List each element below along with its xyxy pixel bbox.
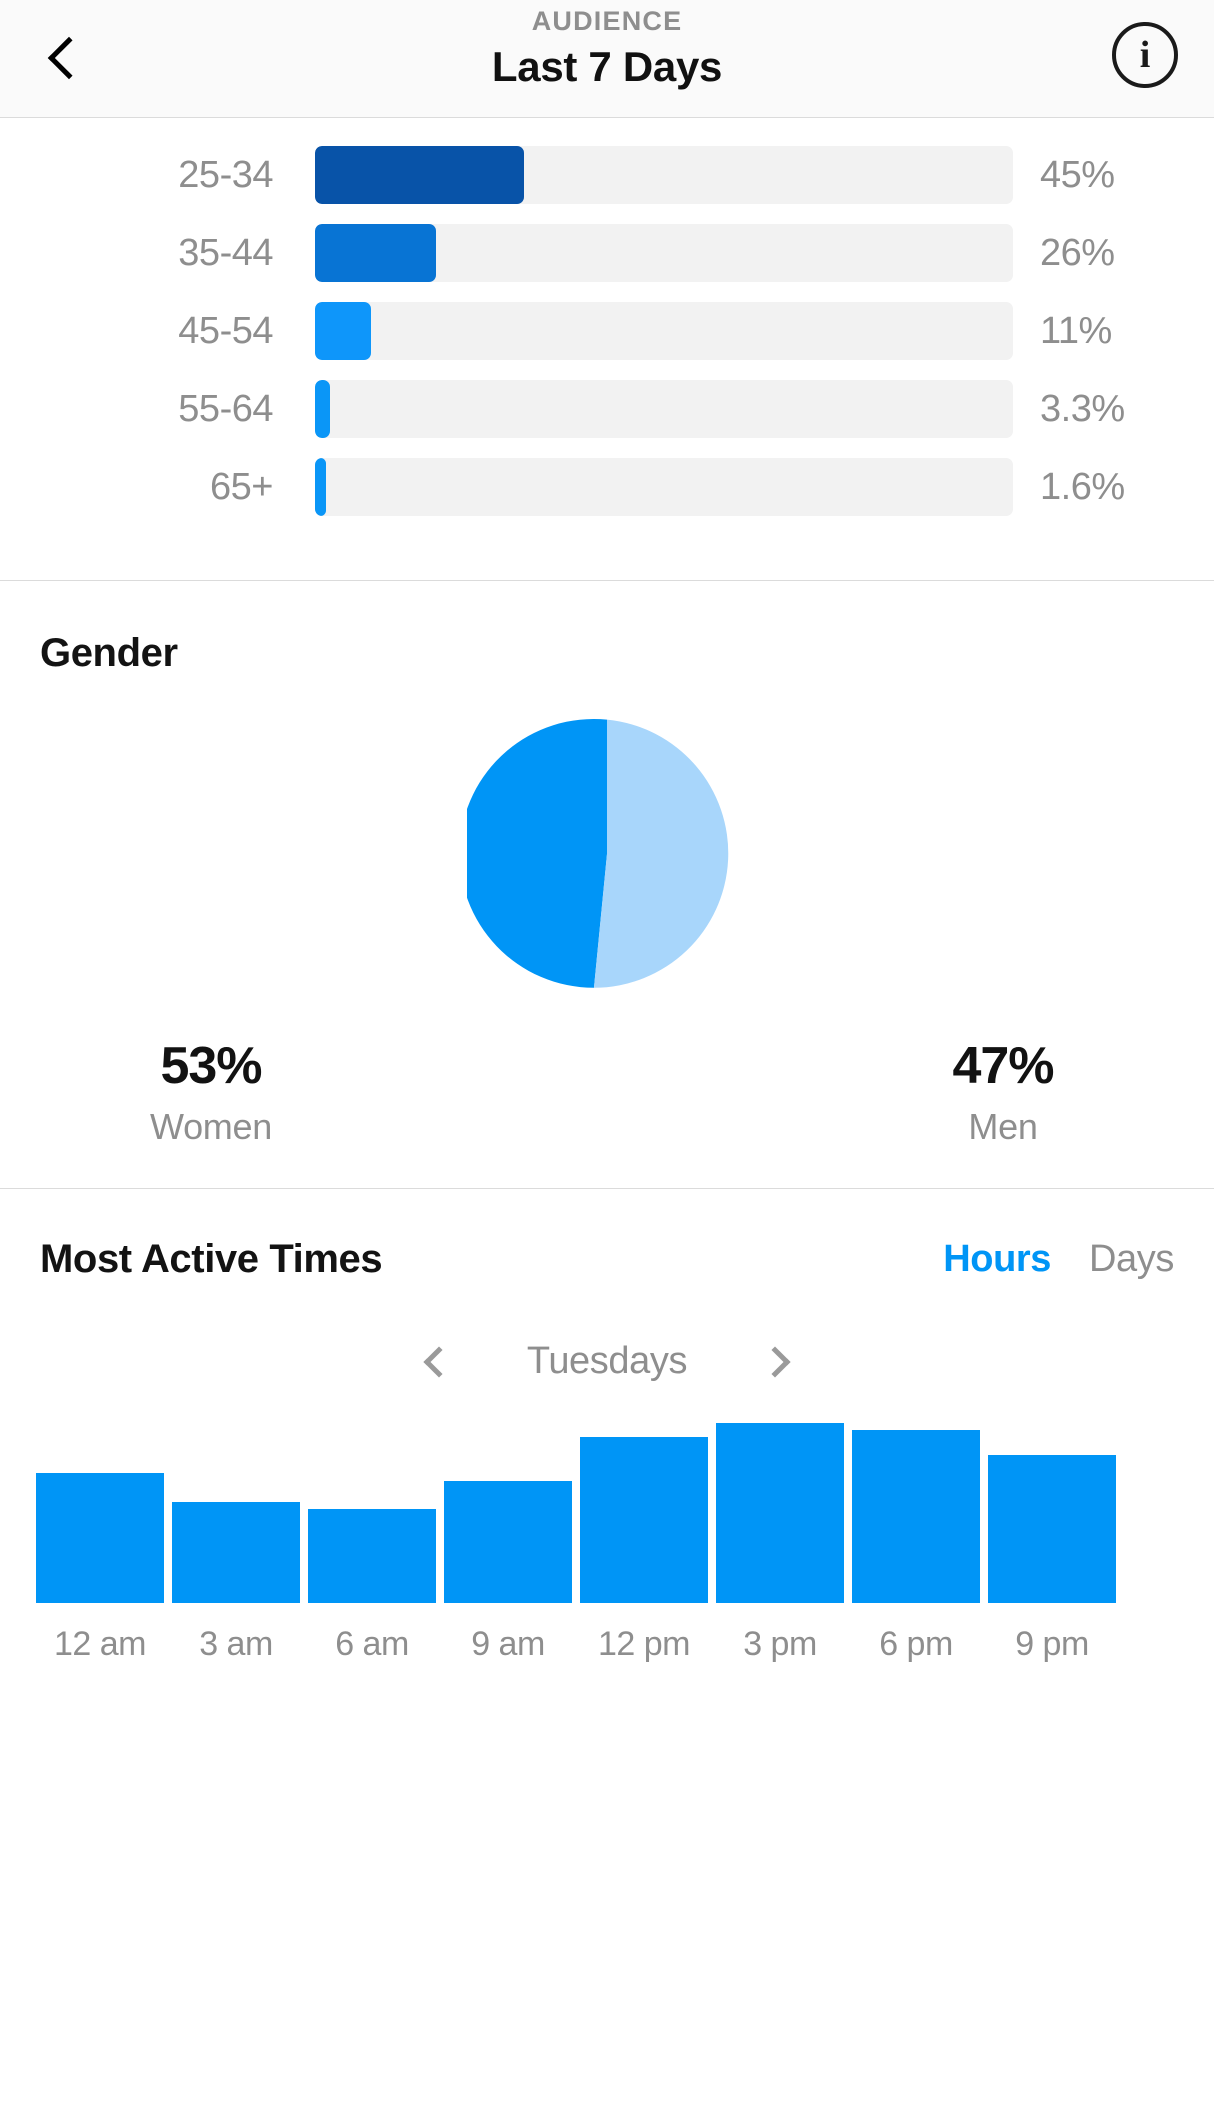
age-row-label: 25-34 bbox=[178, 153, 273, 196]
hour-bar[interactable] bbox=[36, 1473, 164, 1603]
hour-bar[interactable] bbox=[580, 1437, 708, 1603]
day-selector: Tuesdays bbox=[0, 1340, 1214, 1383]
age-row-label: 65+ bbox=[210, 465, 273, 508]
gender-section: Gender 53% Women 47% Men bbox=[0, 581, 1214, 1188]
most-active-times-title: Most Active Times bbox=[40, 1237, 383, 1281]
gender-pie-svg bbox=[467, 719, 729, 988]
age-row-value: 3.3% bbox=[1040, 387, 1125, 430]
chevron-right-icon bbox=[759, 1345, 791, 1378]
chevron-left-icon bbox=[423, 1345, 455, 1378]
gender-pie-chart bbox=[0, 714, 1214, 994]
previous-day-button[interactable] bbox=[396, 1345, 482, 1378]
hours-axis-labels: 12 am 3 am 6 am 9 am 12 pm 3 pm 6 pm 9 p… bbox=[0, 1625, 1214, 1664]
tab-days[interactable]: Days bbox=[1089, 1238, 1174, 1281]
tab-hours[interactable]: Hours bbox=[943, 1238, 1051, 1281]
hour-axis-label: 6 am bbox=[335, 1625, 409, 1663]
hour-bar[interactable] bbox=[172, 1502, 300, 1603]
age-row-label: 55-64 bbox=[178, 387, 273, 430]
header-eyebrow: AUDIENCE bbox=[531, 6, 683, 36]
gender-legend: 53% Women 47% Men bbox=[0, 1036, 1214, 1148]
pie-slice-men bbox=[593, 719, 729, 988]
most-active-times-section: Most Active Times Hours Days Tuesdays 12… bbox=[0, 1189, 1214, 1664]
age-range-chart: 25-34 45% 35-44 26% 45-54 11% 55-64 3.3%… bbox=[0, 118, 1214, 580]
age-row: 45-54 11% bbox=[0, 292, 1214, 370]
age-row-fill bbox=[315, 224, 436, 282]
gender-section-title: Gender bbox=[40, 631, 178, 675]
app-header: AUDIENCE Last 7 Days i bbox=[0, 0, 1214, 118]
pie-slice-women bbox=[467, 719, 607, 988]
gender-legend-men: 47% Men bbox=[607, 1036, 1214, 1148]
age-row: 35-44 26% bbox=[0, 214, 1214, 292]
hour-axis-label: 9 am bbox=[471, 1625, 545, 1663]
age-row: 65+ 1.6% bbox=[0, 448, 1214, 526]
page-title: Last 7 Days bbox=[491, 43, 723, 90]
age-row-track bbox=[315, 224, 1013, 282]
selected-day-label: Tuesdays bbox=[526, 1340, 688, 1382]
age-row-label: 45-54 bbox=[178, 309, 273, 352]
most-active-times-header: Most Active Times Hours Days bbox=[0, 1237, 1214, 1282]
age-row-fill bbox=[315, 302, 371, 360]
age-row: 25-34 45% bbox=[0, 136, 1214, 214]
hours-bars bbox=[36, 1423, 1178, 1603]
age-row-value: 1.6% bbox=[1040, 465, 1125, 508]
hour-axis-label: 3 pm bbox=[743, 1625, 817, 1663]
hour-axis-label: 6 pm bbox=[879, 1625, 953, 1663]
age-row-value: 45% bbox=[1040, 153, 1115, 196]
hour-bar[interactable] bbox=[988, 1455, 1116, 1603]
age-row: 55-64 3.3% bbox=[0, 370, 1214, 448]
age-row-label: 35-44 bbox=[178, 231, 273, 274]
age-row-value: 11% bbox=[1040, 309, 1112, 352]
age-row-track bbox=[315, 380, 1013, 438]
age-row-track bbox=[315, 302, 1013, 360]
gender-women-label: Women bbox=[150, 1106, 272, 1147]
info-circle-icon[interactable]: i bbox=[1112, 22, 1178, 88]
gender-women-percent: 53% bbox=[160, 1037, 262, 1095]
gender-men-percent: 47% bbox=[952, 1037, 1054, 1095]
gender-men-label: Men bbox=[968, 1106, 1038, 1147]
age-row-track bbox=[315, 458, 1013, 516]
hour-bar[interactable] bbox=[444, 1480, 572, 1603]
hour-bar[interactable] bbox=[308, 1509, 436, 1603]
age-row-value: 26% bbox=[1040, 231, 1115, 274]
age-row-fill bbox=[315, 380, 331, 438]
header-title-group: AUDIENCE Last 7 Days bbox=[0, 6, 1214, 91]
hour-axis-label: 12 pm bbox=[598, 1625, 691, 1663]
age-row-fill bbox=[315, 458, 327, 516]
hour-bar[interactable] bbox=[852, 1430, 980, 1603]
age-row-track bbox=[315, 146, 1013, 204]
hours-bar-chart bbox=[0, 1423, 1214, 1603]
hour-bar[interactable] bbox=[716, 1423, 844, 1603]
next-day-button[interactable] bbox=[732, 1345, 818, 1378]
hour-axis-label: 3 am bbox=[199, 1625, 273, 1663]
gender-legend-women: 53% Women bbox=[0, 1036, 607, 1148]
hour-axis-label: 9 pm bbox=[1015, 1625, 1089, 1663]
age-row-fill bbox=[315, 146, 525, 204]
hour-axis-label: 12 am bbox=[54, 1625, 147, 1663]
